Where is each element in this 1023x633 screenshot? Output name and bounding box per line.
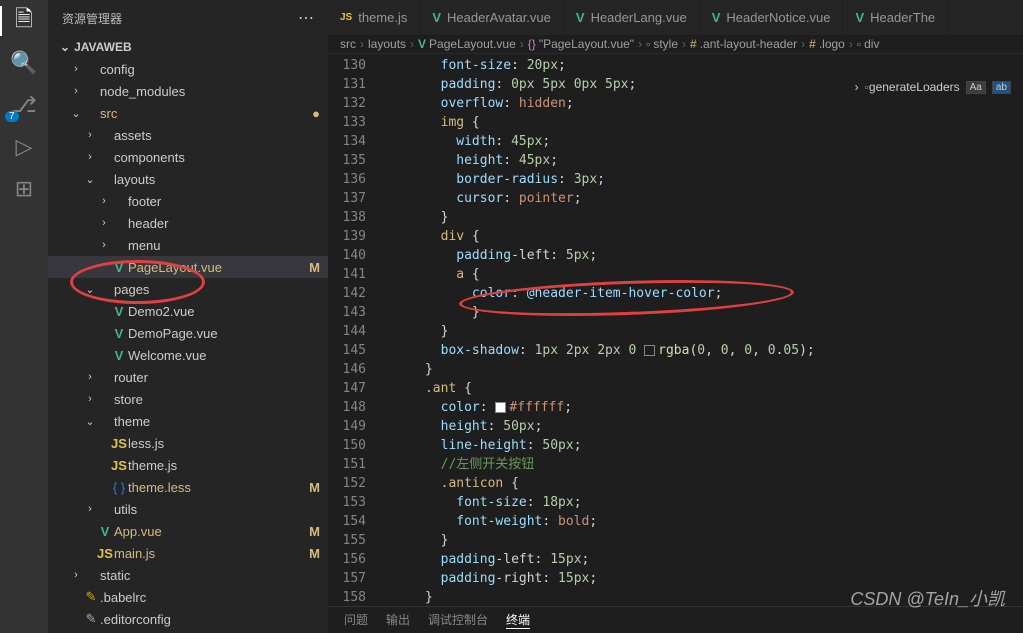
explorer-icon[interactable]: 🗎	[11, 8, 37, 34]
tree-item-theme[interactable]: ⌄theme	[48, 410, 328, 432]
tab-headerlang-vue[interactable]: VHeaderLang.vue	[564, 0, 700, 35]
tree-item-src[interactable]: ⌄src●	[48, 102, 328, 124]
tree-item-router[interactable]: ›router	[48, 366, 328, 388]
breadcrumb[interactable]: src›layouts›V PageLayout.vue›{} "PageLay…	[328, 35, 1023, 54]
tree-item-app-vue[interactable]: VApp.vueM	[48, 520, 328, 542]
tree-item-demo2-vue[interactable]: VDemo2.vue	[48, 300, 328, 322]
panel-tab-1[interactable]: 输出	[386, 611, 410, 629]
activity-bar: 🗎 🔍 ⎇7 ▷ ⊞	[0, 0, 48, 633]
editor-area: JStheme.jsVHeaderAvatar.vueVHeaderLang.v…	[328, 0, 1023, 633]
tab-headeravatar-vue[interactable]: VHeaderAvatar.vue	[420, 0, 564, 35]
tree-item-config[interactable]: ›config	[48, 58, 328, 80]
tab-headerthe[interactable]: VHeaderThe	[843, 0, 948, 35]
tree-item-assets[interactable]: ›assets	[48, 124, 328, 146]
panel-tab-0[interactable]: 问题	[344, 611, 368, 629]
tree-item-demopage-vue[interactable]: VDemoPage.vue	[48, 322, 328, 344]
tree-item-static[interactable]: ›static	[48, 564, 328, 586]
tree-item--babelrc[interactable]: ✎.babelrc	[48, 586, 328, 608]
tabbar: JStheme.jsVHeaderAvatar.vueVHeaderLang.v…	[328, 0, 1023, 35]
tree-item-components[interactable]: ›components	[48, 146, 328, 168]
tree-item-welcome-vue[interactable]: VWelcome.vue	[48, 344, 328, 366]
tree-item-theme-less[interactable]: { }theme.lessM	[48, 476, 328, 498]
run-debug-icon[interactable]: ▷	[11, 134, 37, 160]
panel-tabs: 问题输出调试控制台终端	[328, 606, 1023, 633]
panel-tab-3[interactable]: 终端	[506, 611, 530, 629]
tree-item-menu[interactable]: ›menu	[48, 234, 328, 256]
tab-headernotice-vue[interactable]: VHeaderNotice.vue	[700, 0, 844, 35]
tree-item-less-js[interactable]: JSless.js	[48, 432, 328, 454]
sidebar-title: 资源管理器	[62, 10, 122, 27]
tree-item-header[interactable]: ›header	[48, 212, 328, 234]
tree-item-utils[interactable]: ›utils	[48, 498, 328, 520]
more-icon[interactable]: ⋯	[298, 8, 314, 28]
code-content[interactable]: font-size: 20px; padding: 0px 5px 0px 5p…	[378, 54, 1023, 606]
project-row[interactable]: ⌄JAVAWEB	[48, 36, 328, 58]
tree-item-footer[interactable]: ›footer	[48, 190, 328, 212]
tree-item-layouts[interactable]: ⌄layouts	[48, 168, 328, 190]
line-gutter: 130 131 132 133 134 135 136 137 138 139 …	[328, 54, 378, 606]
tree-item-theme-js[interactable]: JStheme.js	[48, 454, 328, 476]
tree-item--editorconfig[interactable]: ✎.editorconfig	[48, 608, 328, 630]
tree-item-node_modules[interactable]: ›node_modules	[48, 80, 328, 102]
tree-item-pagelayout-vue[interactable]: VPageLayout.vueM	[48, 256, 328, 278]
sidebar: 资源管理器 ⋯ ⌄JAVAWEB ›config›node_modules⌄sr…	[48, 0, 328, 633]
panel-tab-2[interactable]: 调试控制台	[428, 611, 488, 629]
source-control-icon[interactable]: ⎇7	[11, 92, 37, 118]
tab-theme-js[interactable]: JStheme.js	[328, 0, 420, 35]
tree-item-main-js[interactable]: JSmain.jsM	[48, 542, 328, 564]
search-icon[interactable]: 🔍	[11, 50, 37, 76]
file-tree: ›config›node_modules⌄src●›assets›compone…	[48, 58, 328, 633]
tree-item-pages[interactable]: ⌄pages	[48, 278, 328, 300]
tree-item-store[interactable]: ›store	[48, 388, 328, 410]
extensions-icon[interactable]: ⊞	[11, 176, 37, 202]
